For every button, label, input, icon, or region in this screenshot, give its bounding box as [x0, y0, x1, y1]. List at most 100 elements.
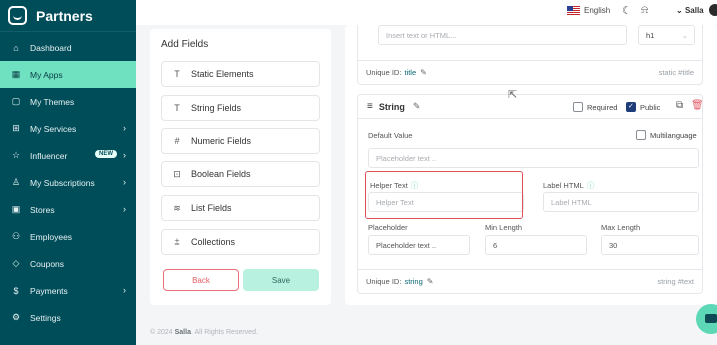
string-card-footer: Unique ID: string ✎ string #text	[358, 269, 702, 293]
trash-icon[interactable]: 🗑	[691, 100, 704, 111]
chevron-right-icon: ›	[123, 285, 126, 295]
sidebar-item-stores[interactable]: ▣ Stores ›	[0, 196, 136, 223]
min-length-label: Min Length	[485, 223, 523, 232]
sidebar-item-label: Employees	[30, 231, 73, 242]
checkbox-box-checked	[626, 102, 636, 112]
chevron-right-icon: ›	[123, 123, 126, 133]
sidebar-item-my-themes[interactable]: ▢ My Themes	[0, 88, 136, 115]
home-icon: ⌂	[13, 42, 19, 53]
user-name: Salla	[684, 6, 704, 15]
public-label: Public	[640, 102, 661, 112]
gear-icon: ⚙	[11, 312, 21, 322]
field-type-boolean-fields[interactable]: ⊡ Boolean Fields	[161, 161, 320, 187]
language-switcher[interactable]: English	[567, 6, 610, 15]
edit-icon[interactable]: ✎	[420, 68, 427, 77]
sidebar-item-influencer[interactable]: ☆ Influencer NEW ›	[0, 142, 136, 169]
sidebar-item-settings[interactable]: ⚙ Settings	[0, 304, 136, 331]
label-html-input[interactable]: Label HTML	[543, 192, 699, 212]
multilanguage-checkbox[interactable]: Multilanguage	[636, 130, 697, 140]
field-type-collections[interactable]: ⩲ Collections	[161, 229, 320, 255]
min-length-input[interactable]: 6	[485, 235, 587, 255]
checkbox-box	[573, 102, 583, 112]
subscriptions-icon: ♙	[11, 177, 21, 187]
public-checkbox[interactable]: Public	[626, 102, 660, 112]
sidebar-item-coupons[interactable]: ◇ Coupons	[0, 250, 136, 277]
star-icon: ☆	[11, 150, 21, 160]
sidebar: Partners ⌂ Dashboard ▦ My Apps ▢ My Them…	[0, 0, 136, 345]
sidebar-item-label: Influencer	[30, 150, 68, 161]
helper-text-highlight	[365, 171, 523, 219]
help-icon[interactable]: ⓘ	[587, 181, 595, 190]
chevron-down-icon: ⌄	[676, 6, 685, 15]
collections-icon: ⩲	[174, 236, 180, 247]
coupon-icon: ◇	[12, 258, 20, 268]
chevron-right-icon: ›	[123, 150, 126, 160]
field-type-label: String Fields	[191, 103, 242, 113]
store-icon: ▣	[11, 204, 21, 214]
required-label: Required	[587, 102, 618, 112]
edit-icon[interactable]: ✎	[413, 101, 421, 112]
sidebar-item-employees[interactable]: ⚇ Employees	[0, 223, 136, 250]
save-button[interactable]: Save	[243, 269, 319, 291]
top-bar: English ☾ ⍾ ⌄ Salla	[136, 0, 717, 25]
default-value-input[interactable]: Placeholder text ..	[368, 148, 699, 168]
back-button[interactable]: Back	[163, 269, 239, 291]
unique-id-value: string	[404, 277, 423, 286]
us-flag-icon	[567, 6, 580, 15]
chevron-right-icon: ›	[123, 177, 126, 187]
users-icon: ⚇	[11, 231, 21, 241]
chevron-down-icon: ⌄	[681, 30, 688, 40]
sidebar-item-label: My Themes	[30, 96, 75, 107]
footer-suffix: . All Rights Reserved.	[190, 329, 258, 336]
sidebar-item-label: My Services	[30, 123, 77, 134]
add-fields-panel: Add Fields T Static Elements T String Fi…	[150, 29, 331, 305]
title-field-card: Insert text or HTML... h1 ⌄ Unique ID: t…	[357, 25, 703, 85]
sidebar-item-my-services[interactable]: ⊞ My Services ›	[0, 115, 136, 142]
brand[interactable]: Partners	[0, 0, 136, 32]
placeholder-label: Placeholder	[368, 223, 408, 232]
footer-brand[interactable]: Salla	[175, 329, 191, 336]
sidebar-item-dashboard[interactable]: ⌂ Dashboard	[0, 34, 136, 61]
list-icon: ≋	[173, 202, 181, 213]
new-badge: NEW	[95, 150, 117, 158]
chevron-right-icon: ›	[123, 204, 126, 214]
apps-grid-icon: ▦	[11, 69, 21, 79]
drag-handle-icon[interactable]: ≡	[367, 101, 373, 112]
placeholder-input[interactable]: Placeholder text ..	[368, 235, 470, 255]
heading-tag-value: h1	[646, 30, 655, 40]
field-type-string-fields[interactable]: T String Fields	[161, 95, 320, 121]
brand-logo-icon	[8, 6, 27, 25]
user-menu[interactable]: ⌄ Salla	[676, 6, 704, 15]
bell-icon[interactable]: ⍾	[641, 4, 648, 17]
sidebar-item-my-apps[interactable]: ▦ My Apps	[0, 61, 136, 88]
unique-id-label: Unique ID:	[366, 277, 402, 286]
title-card-footer: Unique ID: title ✎ static #title	[358, 60, 702, 84]
sidebar-item-payments[interactable]: $ Payments ›	[0, 277, 136, 304]
max-length-input[interactable]: 30	[601, 235, 699, 255]
heading-tag-select[interactable]: h1 ⌄	[638, 25, 695, 45]
footer-prefix: © 2024	[150, 329, 175, 336]
theme-toggle-icon[interactable]: ☾	[622, 4, 632, 17]
title-text-input[interactable]: Insert text or HTML...	[378, 25, 627, 45]
hash-icon: #	[174, 136, 180, 146]
avatar[interactable]	[709, 4, 717, 16]
text-icon: T	[174, 103, 180, 113]
chat-support-button[interactable]	[696, 304, 717, 334]
default-value-label: Default Value	[368, 131, 413, 140]
label-html-label-text: Label HTML	[543, 181, 584, 190]
unique-id-label: Unique ID:	[366, 68, 402, 77]
required-checkbox[interactable]: Required	[573, 102, 617, 112]
checkbox-icon: ⊡	[173, 168, 181, 179]
language-label: English	[584, 6, 611, 15]
themes-icon: ▢	[11, 96, 21, 106]
field-type-static-elements[interactable]: T Static Elements	[161, 61, 320, 87]
sidebar-item-label: My Apps	[30, 69, 63, 80]
edit-icon[interactable]: ✎	[427, 277, 434, 286]
fields-builder: Insert text or HTML... h1 ⌄ Unique ID: t…	[345, 25, 717, 305]
sidebar-item-label: Settings	[30, 312, 61, 323]
sidebar-item-my-subscriptions[interactable]: ♙ My Subscriptions ›	[0, 169, 136, 196]
duplicate-icon[interactable]: ⧉	[676, 100, 683, 111]
field-type-list-fields[interactable]: ≋ List Fields	[161, 195, 320, 221]
field-type-numeric-fields[interactable]: # Numeric Fields	[161, 128, 320, 154]
label-html-label: Label HTML ⓘ	[543, 180, 594, 191]
